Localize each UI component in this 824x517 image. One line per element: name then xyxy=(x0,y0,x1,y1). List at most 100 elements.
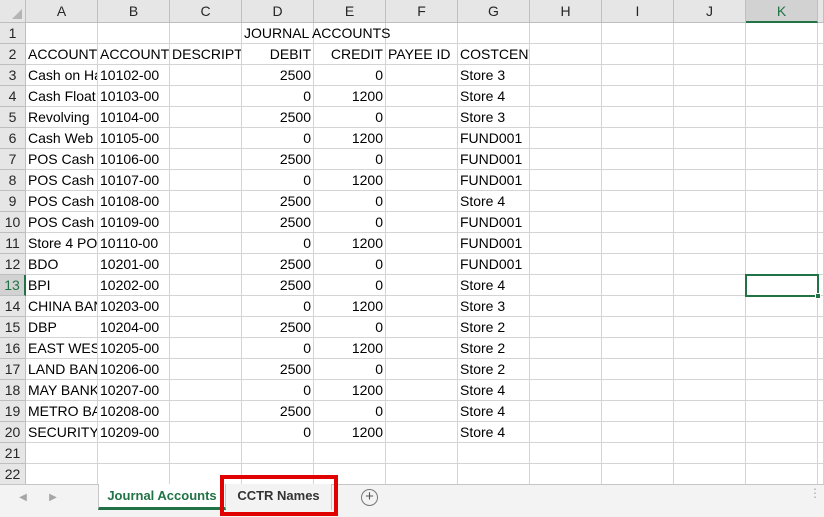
cell-j22[interactable] xyxy=(674,464,746,484)
row-header-14[interactable]: 14 xyxy=(0,296,26,317)
column-header-j[interactable]: J xyxy=(674,0,746,23)
cell-a1[interactable] xyxy=(26,23,98,44)
cell-e8[interactable]: 1200 xyxy=(314,170,386,191)
cell-c6[interactable] xyxy=(170,128,242,149)
cell-j15[interactable] xyxy=(674,317,746,338)
cell-g7[interactable]: FUND001 xyxy=(458,149,530,170)
cell-k18[interactable] xyxy=(746,380,818,401)
cell-k10[interactable] xyxy=(746,212,818,233)
cell-b11[interactable]: 10110-00 xyxy=(98,233,170,254)
cell-c2[interactable]: DESCRIPTIO xyxy=(170,44,242,65)
row-header-17[interactable]: 17 xyxy=(0,359,26,380)
cell-f19[interactable] xyxy=(386,401,458,422)
cell-j12[interactable] xyxy=(674,254,746,275)
cell-h6[interactable] xyxy=(530,128,602,149)
cell-e10[interactable]: 0 xyxy=(314,212,386,233)
cell-d5[interactable]: 2500 xyxy=(242,107,314,128)
cell-j6[interactable] xyxy=(674,128,746,149)
cell-k12[interactable] xyxy=(746,254,818,275)
cell-h8[interactable] xyxy=(530,170,602,191)
cell-k8[interactable] xyxy=(746,170,818,191)
row-header-22[interactable]: 22 xyxy=(0,464,26,484)
cell-f18[interactable] xyxy=(386,380,458,401)
cell-c7[interactable] xyxy=(170,149,242,170)
cell-f12[interactable] xyxy=(386,254,458,275)
cell-i4[interactable] xyxy=(602,86,674,107)
cell-g2[interactable]: COSTCENTER xyxy=(458,44,530,65)
cell-a6[interactable]: Cash Web xyxy=(26,128,98,149)
chevron-right-icon[interactable]: ▶ xyxy=(46,491,60,505)
cell-e22[interactable] xyxy=(314,464,386,484)
cell-d2[interactable]: DEBIT xyxy=(242,44,314,65)
cell-i11[interactable] xyxy=(602,233,674,254)
cell-d10[interactable]: 2500 xyxy=(242,212,314,233)
cell-g3[interactable]: Store 3 xyxy=(458,65,530,86)
cell-i6[interactable] xyxy=(602,128,674,149)
row-header-9[interactable]: 9 xyxy=(0,191,26,212)
cell-a5[interactable]: Revolving xyxy=(26,107,98,128)
cell-j7[interactable] xyxy=(674,149,746,170)
cell-g6[interactable]: FUND001 xyxy=(458,128,530,149)
cell-c8[interactable] xyxy=(170,170,242,191)
cell-h18[interactable] xyxy=(530,380,602,401)
cell-f3[interactable] xyxy=(386,65,458,86)
cell-g14[interactable]: Store 3 xyxy=(458,296,530,317)
cell-a9[interactable]: POS Cash S xyxy=(26,191,98,212)
cell-e9[interactable]: 0 xyxy=(314,191,386,212)
cell-i10[interactable] xyxy=(602,212,674,233)
cell-h1[interactable] xyxy=(530,23,602,44)
cell-e19[interactable]: 0 xyxy=(314,401,386,422)
cell-k4[interactable] xyxy=(746,86,818,107)
cell-h4[interactable] xyxy=(530,86,602,107)
cell-f5[interactable] xyxy=(386,107,458,128)
cell-f1[interactable] xyxy=(386,23,458,44)
cell-f22[interactable] xyxy=(386,464,458,484)
cell-d18[interactable]: 0 xyxy=(242,380,314,401)
cell-i7[interactable] xyxy=(602,149,674,170)
cell-h16[interactable] xyxy=(530,338,602,359)
cell-d14[interactable]: 0 xyxy=(242,296,314,317)
cell-h14[interactable] xyxy=(530,296,602,317)
cell-i16[interactable] xyxy=(602,338,674,359)
cell-f7[interactable] xyxy=(386,149,458,170)
cell-k1[interactable] xyxy=(746,23,818,44)
cell-b20[interactable]: 10209-00 xyxy=(98,422,170,443)
cell-j16[interactable] xyxy=(674,338,746,359)
cell-g18[interactable]: Store 4 xyxy=(458,380,530,401)
cell-c10[interactable] xyxy=(170,212,242,233)
row-header-19[interactable]: 19 xyxy=(0,401,26,422)
cell-c13[interactable] xyxy=(170,275,242,296)
cell-a18[interactable]: MAY BANK xyxy=(26,380,98,401)
cell-b12[interactable]: 10201-00 xyxy=(98,254,170,275)
cell-g10[interactable]: FUND001 xyxy=(458,212,530,233)
cell-a16[interactable]: EAST WEST xyxy=(26,338,98,359)
cell-e15[interactable]: 0 xyxy=(314,317,386,338)
row-header-16[interactable]: 16 xyxy=(0,338,26,359)
cell-c11[interactable] xyxy=(170,233,242,254)
cell-i13[interactable] xyxy=(602,275,674,296)
cell-d7[interactable]: 2500 xyxy=(242,149,314,170)
tab-cctr-names[interactable]: CCTR Names xyxy=(226,484,332,510)
cell-c3[interactable] xyxy=(170,65,242,86)
cell-h13[interactable] xyxy=(530,275,602,296)
cell-b3[interactable]: 10102-00 xyxy=(98,65,170,86)
cell-h7[interactable] xyxy=(530,149,602,170)
cell-b21[interactable] xyxy=(98,443,170,464)
cell-g11[interactable]: FUND001 xyxy=(458,233,530,254)
cell-i17[interactable] xyxy=(602,359,674,380)
cell-j13[interactable] xyxy=(674,275,746,296)
cell-h5[interactable] xyxy=(530,107,602,128)
cell-c14[interactable] xyxy=(170,296,242,317)
cell-g9[interactable]: Store 4 xyxy=(458,191,530,212)
column-header-g[interactable]: G xyxy=(458,0,530,23)
cell-h9[interactable] xyxy=(530,191,602,212)
cell-e5[interactable]: 0 xyxy=(314,107,386,128)
cell-j1[interactable] xyxy=(674,23,746,44)
cell-c18[interactable] xyxy=(170,380,242,401)
column-header-f[interactable]: F xyxy=(386,0,458,23)
cell-h12[interactable] xyxy=(530,254,602,275)
row-header-20[interactable]: 20 xyxy=(0,422,26,443)
spreadsheet-grid[interactable]: A B C D E F G H I J K 1 JOURNAL ACCOUNTS 2 ACCOUNT ACCO… xyxy=(0,0,824,484)
cell-j20[interactable] xyxy=(674,422,746,443)
cell-f8[interactable] xyxy=(386,170,458,191)
